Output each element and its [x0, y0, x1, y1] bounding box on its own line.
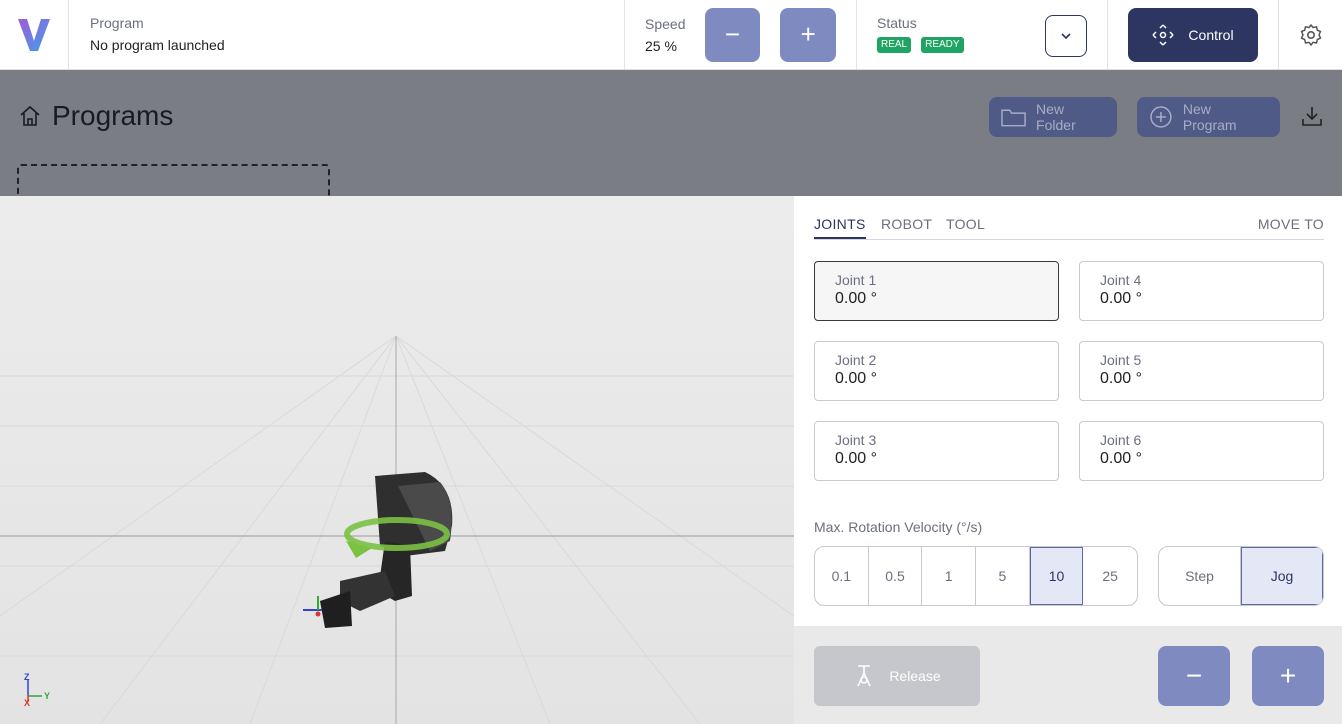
tab-move-to[interactable]: MOVE TO [1258, 216, 1324, 232]
status-badge-real: REAL [877, 37, 912, 53]
speed-value: 25 % [645, 37, 677, 54]
axis-x-label: X [24, 698, 31, 708]
app-logo[interactable] [0, 0, 69, 70]
release-button[interactable]: Release [814, 646, 980, 706]
robot-arm-model[interactable] [303, 472, 453, 628]
status-expand-button[interactable] [1045, 15, 1087, 57]
control-section: Control [1108, 0, 1279, 69]
home-icon[interactable] [18, 104, 42, 128]
jog-panel: JOINTS ROBOT TOOL MOVE TO Joint 1 0.00 °… [794, 196, 1342, 626]
page-title: Programs [18, 100, 173, 132]
velocity-option-selected[interactable]: 10 [1029, 547, 1084, 605]
floor-grid [0, 335, 794, 724]
panel-tabs: JOINTS ROBOT TOOL MOVE TO [814, 216, 1324, 240]
tab-robot[interactable]: ROBOT [881, 216, 932, 232]
v-logo-icon [18, 19, 50, 51]
joint-value: 0.00 ° [835, 370, 877, 387]
jog-minus-button[interactable]: − [1158, 646, 1230, 706]
joint-label: Joint 1 [835, 272, 877, 288]
program-section: Program No program launched [69, 0, 625, 69]
speed-decrease-button[interactable]: − [704, 7, 761, 62]
programs-header-overlay: Programs New Folder New Program [0, 70, 1342, 204]
new-program-label: New Program [1182, 101, 1237, 133]
joint-label: Joint 6 [1100, 432, 1142, 448]
speed-label: Speed [645, 15, 686, 32]
status-badge-ready: READY [921, 37, 964, 53]
joint-label: Joint 2 [835, 352, 877, 368]
axis-z-label: Z [24, 672, 30, 682]
joint-value: 0.00 ° [1100, 450, 1142, 467]
new-program-button[interactable]: New Program [1137, 97, 1280, 137]
mode-selector: Step Jog [1158, 546, 1324, 606]
add-circle-icon [1150, 106, 1172, 128]
velocity-option[interactable]: 0.5 [869, 547, 923, 605]
program-value: No program launched [90, 37, 225, 53]
velocity-selector: 0.1 0.5 1 5 10 25 [814, 546, 1138, 606]
speed-increase-button[interactable]: + [780, 7, 836, 62]
jog-plus-button[interactable]: + [1252, 646, 1324, 706]
velocity-label: Max. Rotation Velocity (°/s) [814, 519, 983, 535]
tab-joints[interactable]: JOINTS [814, 216, 866, 239]
velocity-option[interactable]: 5 [976, 547, 1030, 605]
joint-2-field[interactable]: Joint 2 0.00 ° [814, 341, 1059, 401]
settings-button[interactable] [1279, 0, 1342, 69]
program-label: Program [90, 15, 144, 31]
joint-value: 0.00 ° [835, 450, 877, 467]
download-icon[interactable] [1300, 104, 1324, 128]
new-folder-button[interactable]: New Folder [989, 97, 1117, 137]
move-arrows-icon [1152, 23, 1174, 46]
joint-1-field[interactable]: Joint 1 0.00 ° [814, 261, 1059, 321]
tab-tool[interactable]: TOOL [946, 216, 985, 232]
control-button-label: Control [1188, 26, 1234, 43]
new-folder-label: New Folder [1036, 101, 1076, 133]
programs-title: Programs [52, 100, 174, 131]
jog-action-bar: Release − + [794, 626, 1342, 724]
joint-label: Joint 3 [835, 432, 877, 448]
folder-icon [1001, 109, 1026, 127]
joint-label: Joint 4 [1100, 272, 1142, 288]
axes-gizmo [27, 680, 42, 702]
joint-3-field[interactable]: Joint 3 0.00 ° [814, 421, 1059, 481]
joint-value: 0.00 ° [835, 290, 877, 307]
status-section: Status REAL READY [857, 0, 1108, 69]
velocity-option[interactable]: 25 [1083, 547, 1137, 605]
gear-icon [1300, 23, 1321, 46]
joint-5-field[interactable]: Joint 5 0.00 ° [1079, 341, 1324, 401]
axis-y-label: Y [44, 691, 51, 701]
joint-6-field[interactable]: Joint 6 0.00 ° [1079, 421, 1324, 481]
brake-release-icon [857, 665, 872, 687]
control-button[interactable]: Control [1128, 7, 1258, 62]
speed-section: Speed 25 % − + [625, 0, 857, 69]
chevron-down-icon [1061, 33, 1071, 40]
joint-value: 0.00 ° [1100, 370, 1142, 387]
velocity-option[interactable]: 0.1 [815, 547, 869, 605]
top-bar: Program No program launched Speed 25 % −… [0, 0, 1342, 70]
velocity-option[interactable]: 1 [922, 547, 977, 605]
mode-jog[interactable]: Jog [1241, 547, 1323, 605]
robot-3d-viewport[interactable]: Z Y X [0, 196, 794, 724]
joint-value: 0.00 ° [1100, 290, 1142, 307]
mode-step[interactable]: Step [1159, 547, 1241, 605]
release-label: Release [889, 668, 941, 684]
joint-label: Joint 5 [1100, 352, 1142, 368]
joint-4-field[interactable]: Joint 4 0.00 ° [1079, 261, 1324, 321]
